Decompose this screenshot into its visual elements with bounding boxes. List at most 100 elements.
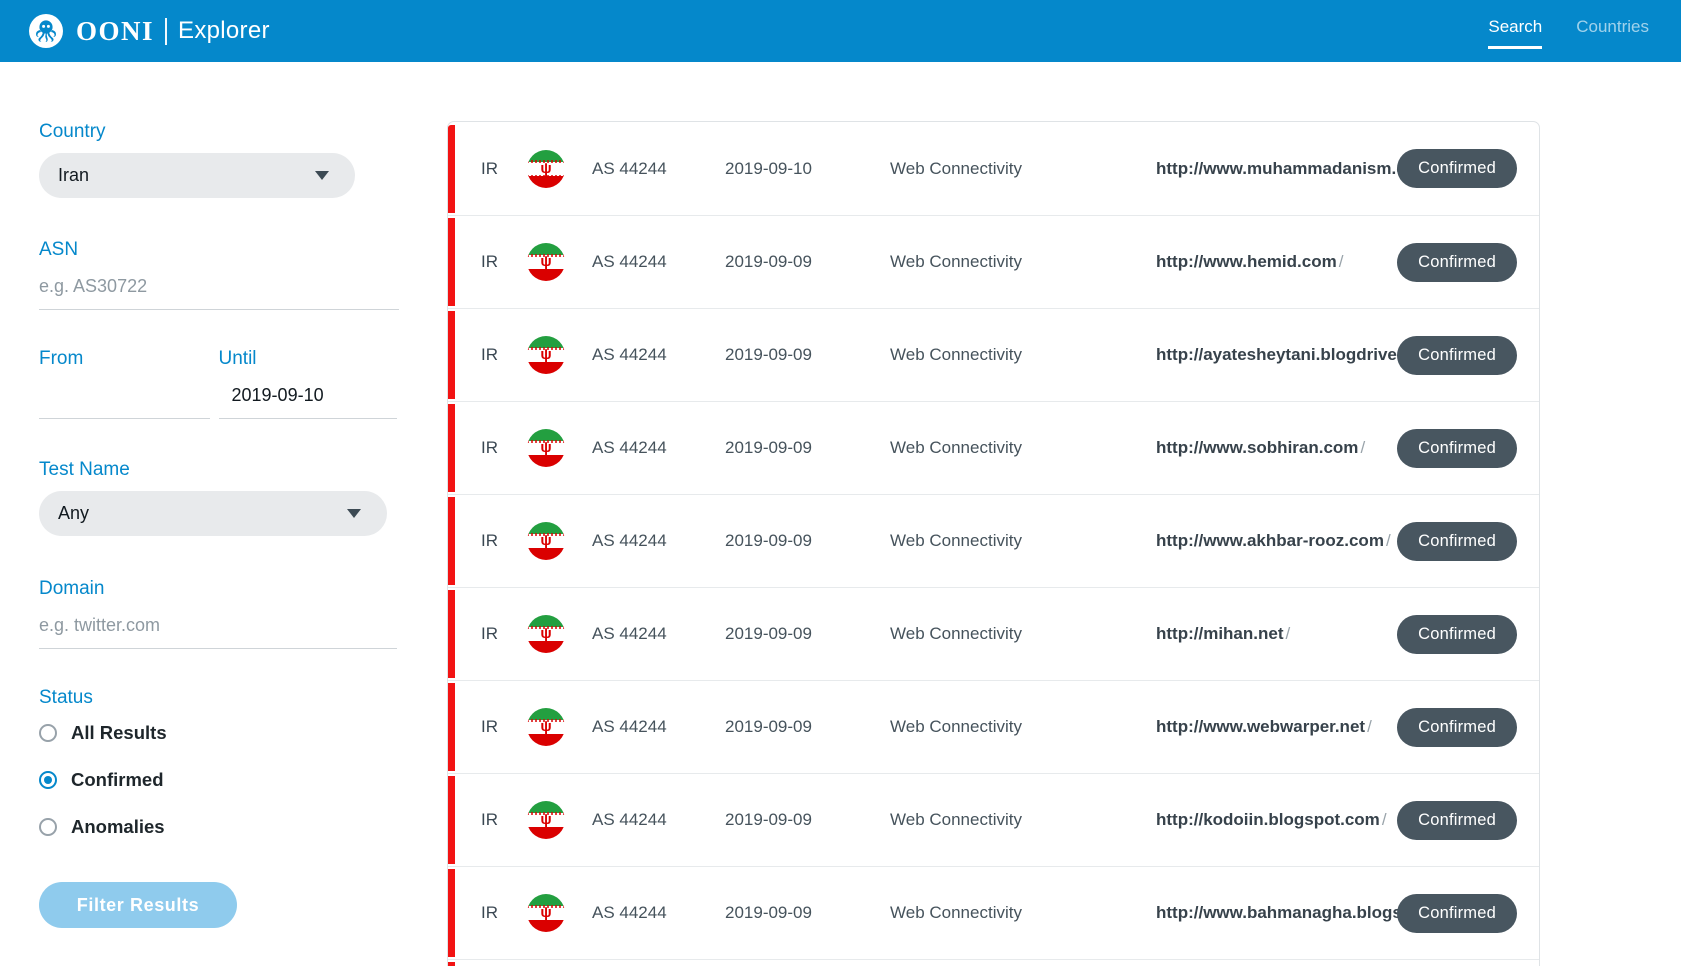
url-text: http://kodoiin.blogspot.com xyxy=(1156,810,1380,830)
test-name-value: Web Connectivity xyxy=(890,531,1068,551)
test-name-value: Web Connectivity xyxy=(890,345,1068,365)
measurement-date: 2019-09-09 xyxy=(725,531,830,551)
measurement-row[interactable]: IR AS 44244 2019-09-09 Web Connectivity … xyxy=(448,587,1539,680)
country-filter-section: Country Iran xyxy=(39,121,397,198)
test-name-value: Web Connectivity xyxy=(890,252,1068,272)
measured-url[interactable]: http://www.muhammadanism.com / xyxy=(1156,159,1397,179)
country-code: IR xyxy=(481,810,517,830)
test-name-label: Test Name xyxy=(39,459,397,481)
measurement-row[interactable]: IR AS 44244 2019-09-09 Web Connectivity … xyxy=(448,494,1539,587)
url-text: http://www.akhbar-rooz.com xyxy=(1156,531,1384,551)
country-select[interactable]: Iran xyxy=(39,153,355,198)
iran-flag-icon xyxy=(527,429,565,467)
until-label: Until xyxy=(219,348,397,370)
until-date-input[interactable] xyxy=(219,379,397,419)
measurement-row[interactable]: IR AS 44244 2019-09-09 Web Connectivity … xyxy=(448,773,1539,866)
asn-filter-section: ASN xyxy=(39,239,397,310)
table-row-partial xyxy=(448,959,1539,966)
iran-flag-icon xyxy=(527,243,565,281)
asn-value: AS 44244 xyxy=(592,531,687,551)
asn-input[interactable] xyxy=(39,270,399,310)
nav-countries[interactable]: Countries xyxy=(1576,17,1649,49)
country-select-value: Iran xyxy=(58,165,89,186)
iran-flag-icon xyxy=(527,522,565,560)
measured-url[interactable]: http://mihan.net / xyxy=(1156,624,1397,644)
status-badge: Confirmed xyxy=(1397,615,1517,654)
url-trailing-slash: / xyxy=(1367,717,1372,737)
filter-sidebar: Country Iran ASN From Until xyxy=(39,121,397,928)
measured-url[interactable]: http://ayatesheytani.blogdrive.c... / xyxy=(1156,345,1397,365)
status-badge: Confirmed xyxy=(1397,429,1517,468)
domain-filter-section: Domain xyxy=(39,578,397,649)
iran-flag-icon xyxy=(527,336,565,374)
measurement-row[interactable]: IR AS 44244 2019-09-09 Web Connectivity … xyxy=(448,215,1539,308)
url-trailing-slash: / xyxy=(1285,624,1290,644)
header-nav: Search Countries xyxy=(1488,17,1649,49)
date-range-section: From Until xyxy=(39,348,397,419)
country-code: IR xyxy=(481,624,517,644)
iran-flag-icon xyxy=(527,894,565,932)
measured-url[interactable]: http://www.bahmanagha.blogspot.c... / xyxy=(1156,903,1397,923)
status-badge: Confirmed xyxy=(1397,149,1517,188)
domain-input[interactable] xyxy=(39,609,397,649)
iran-flag-icon xyxy=(527,801,565,839)
status-badge: Confirmed xyxy=(1397,243,1517,282)
nav-search[interactable]: Search xyxy=(1488,17,1542,49)
results-list: IR AS 44244 2019-09-10 Web Connectivity … xyxy=(447,121,1540,966)
measurement-row[interactable]: IR AS 44244 2019-09-09 Web Connectivity … xyxy=(448,308,1539,401)
measurement-row[interactable]: IR AS 44244 2019-09-10 Web Connectivity … xyxy=(448,122,1539,215)
measurement-row[interactable]: IR AS 44244 2019-09-09 Web Connectivity … xyxy=(448,680,1539,773)
domain-label: Domain xyxy=(39,578,397,600)
asn-value: AS 44244 xyxy=(592,159,687,179)
test-name-select[interactable]: Any xyxy=(39,491,387,536)
radio-selected-icon xyxy=(39,771,57,789)
status-badge: Confirmed xyxy=(1397,708,1517,747)
iran-flag-icon xyxy=(527,615,565,653)
url-trailing-slash: / xyxy=(1360,438,1365,458)
status-radio-anomalies[interactable]: Anomalies xyxy=(39,816,397,838)
test-name-select-value: Any xyxy=(58,503,89,524)
radio-icon xyxy=(39,818,57,836)
test-name-value: Web Connectivity xyxy=(890,717,1068,737)
measurement-row[interactable]: IR AS 44244 2019-09-09 Web Connectivity … xyxy=(448,401,1539,494)
chevron-down-icon xyxy=(347,509,361,518)
status-option-label: Anomalies xyxy=(71,816,165,838)
country-code: IR xyxy=(481,252,517,272)
iran-flag-icon xyxy=(527,150,565,188)
until-date-column: Until xyxy=(219,348,397,419)
test-name-value: Web Connectivity xyxy=(890,810,1068,830)
brand-divider xyxy=(165,18,167,45)
status-radio-confirmed[interactable]: Confirmed xyxy=(39,769,397,791)
country-code: IR xyxy=(481,903,517,923)
measurement-date: 2019-09-09 xyxy=(725,903,830,923)
url-trailing-slash: / xyxy=(1382,810,1387,830)
status-badge: Confirmed xyxy=(1397,801,1517,840)
test-name-section: Test Name Any xyxy=(39,459,397,536)
measured-url[interactable]: http://www.sobhiran.com / xyxy=(1156,438,1397,458)
from-label: From xyxy=(39,348,210,370)
url-trailing-slash: / xyxy=(1386,531,1391,551)
from-date-input[interactable] xyxy=(39,379,210,419)
measurement-date: 2019-09-09 xyxy=(725,717,830,737)
asn-value: AS 44244 xyxy=(592,252,687,272)
measured-url[interactable]: http://kodoiin.blogspot.com / xyxy=(1156,810,1397,830)
asn-value: AS 44244 xyxy=(592,810,687,830)
asn-value: AS 44244 xyxy=(592,345,687,365)
country-code: IR xyxy=(481,717,517,737)
measurement-date: 2019-09-09 xyxy=(725,624,830,644)
measured-url[interactable]: http://www.akhbar-rooz.com / xyxy=(1156,531,1397,551)
asn-label: ASN xyxy=(39,239,397,261)
status-radio-all-results[interactable]: All Results xyxy=(39,722,397,744)
brand[interactable]: OONI Explorer xyxy=(28,13,270,49)
measured-url[interactable]: http://www.hemid.com / xyxy=(1156,252,1397,272)
country-code: IR xyxy=(481,345,517,365)
filter-results-button[interactable]: Filter Results xyxy=(39,882,237,928)
asn-value: AS 44244 xyxy=(592,624,687,644)
status-option-label: All Results xyxy=(71,722,167,744)
brand-name: OONI xyxy=(76,18,154,45)
measurement-row[interactable]: IR AS 44244 2019-09-09 Web Connectivity … xyxy=(448,866,1539,959)
test-name-value: Web Connectivity xyxy=(890,903,1068,923)
measurement-date: 2019-09-10 xyxy=(725,159,830,179)
measured-url[interactable]: http://www.webwarper.net / xyxy=(1156,717,1397,737)
status-badge: Confirmed xyxy=(1397,894,1517,933)
